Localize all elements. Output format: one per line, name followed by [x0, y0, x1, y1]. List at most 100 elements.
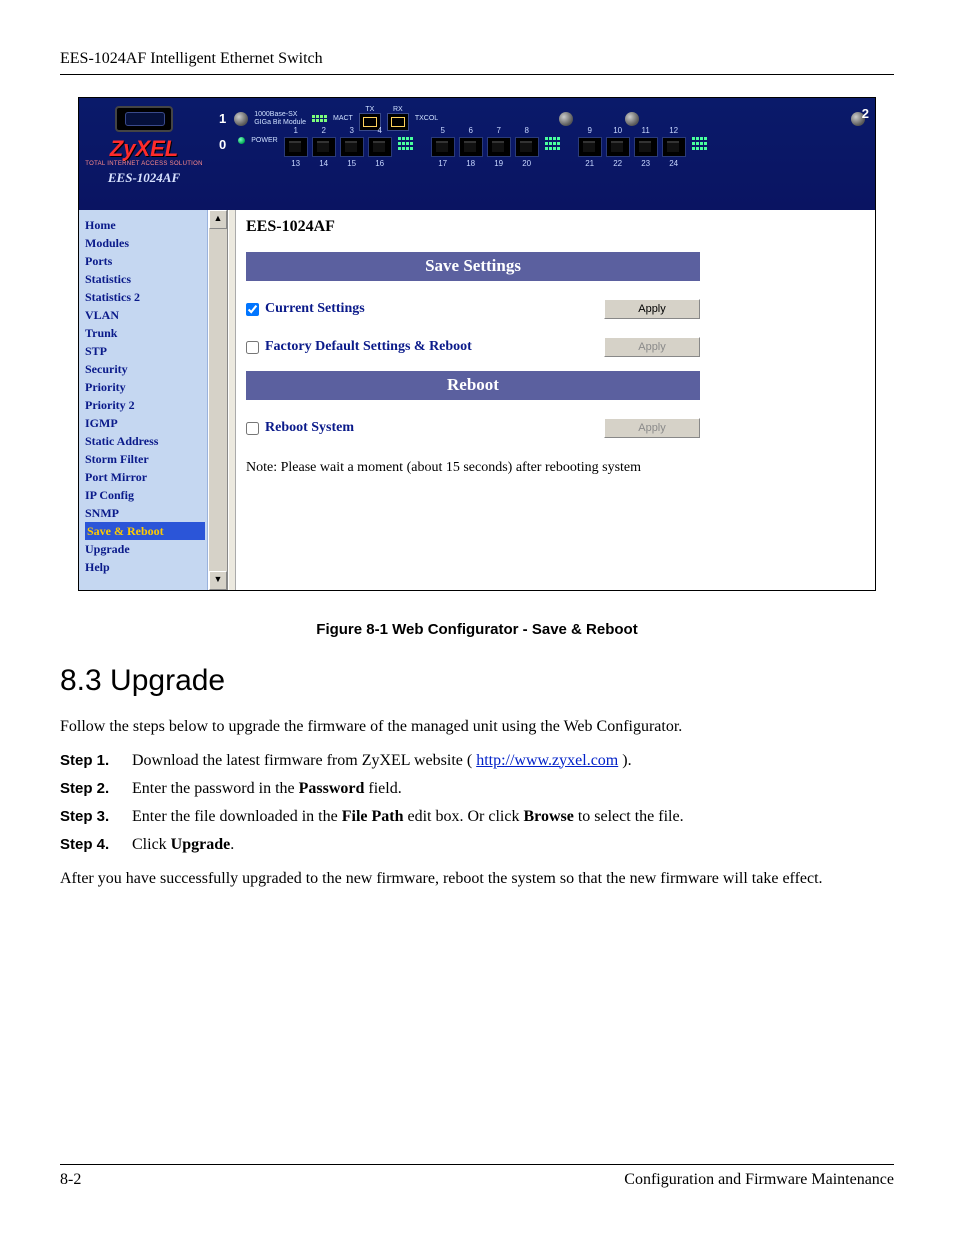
port-number: 9 — [579, 126, 601, 135]
step-3-label: Step 3. — [60, 808, 132, 826]
screw-icon — [559, 112, 573, 126]
step-3-text: Enter the file downloaded in the File Pa… — [132, 808, 894, 826]
mact-label: MACT — [333, 115, 353, 122]
port-led-block — [545, 137, 560, 157]
port-number: 14 — [313, 159, 335, 168]
power-label: POWER — [251, 137, 277, 144]
step-2-text: Enter the password in the Password field… — [132, 780, 894, 798]
document-page: EES-1024AF Intelligent Ethernet Switch Z… — [0, 0, 954, 1235]
nav-priority[interactable]: Priority — [85, 378, 205, 396]
nav-scrollbar[interactable]: ▲ ▼ — [208, 210, 228, 590]
nav-home[interactable]: Home — [85, 216, 205, 234]
nav-help[interactable]: Help — [85, 558, 205, 576]
factory-default-row: Factory Default Settings & Reboot Apply — [246, 337, 700, 357]
step-3-text-b: edit box. Or click — [403, 808, 523, 825]
nav-upgrade[interactable]: Upgrade — [85, 540, 205, 558]
step-4-text: Click Upgrade. — [132, 836, 894, 854]
port-number: 2 — [313, 126, 335, 135]
nav-save-reboot[interactable]: Save & Reboot — [85, 522, 205, 540]
banner-left: ZyXEL TOTAL INTERNET ACCESS SOLUTION EES… — [79, 98, 209, 210]
step-1-text: Download the latest firmware from ZyXEL … — [132, 752, 894, 770]
nav-vlan[interactable]: VLAN — [85, 306, 205, 324]
nav-security[interactable]: Security — [85, 360, 205, 378]
port-icon: 1224 — [662, 137, 686, 157]
port-number: 12 — [663, 126, 685, 135]
nav-static-address[interactable]: Static Address — [85, 432, 205, 450]
port-icon: 921 — [578, 137, 602, 157]
step-1-text-b: ). — [618, 752, 631, 769]
nav-storm-filter[interactable]: Storm Filter — [85, 450, 205, 468]
nav-priority-2[interactable]: Priority 2 — [85, 396, 205, 414]
intro-paragraph: Follow the steps below to upgrade the fi… — [60, 716, 894, 738]
port-icon: 214 — [312, 137, 336, 157]
step-2-label: Step 2. — [60, 780, 132, 798]
nav-modules[interactable]: Modules — [85, 234, 205, 252]
port-number: 21 — [579, 159, 601, 168]
nav-statistics[interactable]: Statistics — [85, 270, 205, 288]
port-number: 19 — [488, 159, 510, 168]
nav-snmp[interactable]: SNMP — [85, 504, 205, 522]
port-number: 15 — [341, 159, 363, 168]
nav-ports[interactable]: Ports — [85, 252, 205, 270]
switch-port-row: 0 POWER 113 214 315 416 — [219, 137, 865, 157]
port-number: 6 — [460, 126, 482, 135]
module-label: 1000Base-SX GIGa Bit Module — [254, 111, 306, 126]
current-settings-checkbox[interactable] — [246, 303, 259, 316]
device-banner: ZyXEL TOTAL INTERNET ACCESS SOLUTION EES… — [79, 98, 875, 210]
nav-trunk[interactable]: Trunk — [85, 324, 205, 342]
step-4-text-a: Click — [132, 836, 171, 853]
outro-paragraph: After you have successfully upgraded to … — [60, 868, 894, 890]
figure-caption: Figure 8-1 Web Configurator - Save & Reb… — [60, 621, 894, 638]
sidebar-nav: Home Modules Ports Statistics Statistics… — [79, 210, 208, 590]
apply-reboot-button: Apply — [604, 418, 700, 438]
step-2: Step 2. Enter the password in the Passwo… — [60, 780, 894, 798]
footer-rule — [60, 1164, 894, 1165]
brand-tagline: TOTAL INTERNET ACCESS SOLUTION — [79, 161, 209, 167]
port-icon: 1123 — [634, 137, 658, 157]
port-number: 8 — [516, 126, 538, 135]
port-number: 20 — [516, 159, 538, 168]
web-configurator-screenshot: ZyXEL TOTAL INTERNET ACCESS SOLUTION EES… — [78, 97, 876, 591]
factory-default-label: Factory Default Settings & Reboot — [265, 339, 604, 355]
reboot-note: Note: Please wait a moment (about 15 sec… — [246, 460, 861, 476]
port-number: 22 — [607, 159, 629, 168]
slot-number-0: 0 — [219, 137, 226, 152]
port-number: 23 — [635, 159, 657, 168]
brand-logo: ZyXEL — [79, 138, 209, 160]
step-1-text-a: Download the latest firmware from ZyXEL … — [132, 752, 476, 769]
port-number: 18 — [460, 159, 482, 168]
step-2-text-b: field. — [364, 780, 401, 797]
step-1: Step 1. Download the latest firmware fro… — [60, 752, 894, 770]
scroll-down-button[interactable]: ▼ — [209, 571, 227, 590]
apply-current-button[interactable]: Apply — [604, 299, 700, 319]
port-groups: 113 214 315 416 517 618 — [284, 137, 707, 157]
step-3-text-c: to select the file. — [574, 808, 684, 825]
step-1-label: Step 1. — [60, 752, 132, 770]
port-number: 13 — [285, 159, 307, 168]
factory-default-checkbox[interactable] — [246, 341, 259, 354]
screw-icon — [625, 112, 639, 126]
nav-ip-config[interactable]: IP Config — [85, 486, 205, 504]
page-footer: 8-2 Configuration and Firmware Maintenan… — [60, 1164, 894, 1189]
running-header: EES-1024AF Intelligent Ethernet Switch — [60, 50, 894, 68]
content-area: EES-1024AF Save Settings Current Setting… — [236, 210, 875, 590]
nav-statistics-2[interactable]: Statistics 2 — [85, 288, 205, 306]
step-2-text-a: Enter the password in the — [132, 780, 299, 797]
port-icon: 517 — [431, 137, 455, 157]
header-rule — [60, 74, 894, 75]
port-number: 17 — [432, 159, 454, 168]
nav-igmp[interactable]: IGMP — [85, 414, 205, 432]
port-number: 1 — [285, 126, 307, 135]
nav-stp[interactable]: STP — [85, 342, 205, 360]
module-label-1: 1000Base-SX — [254, 111, 306, 118]
tx-label: TX — [365, 106, 374, 113]
scroll-up-button[interactable]: ▲ — [209, 210, 227, 229]
port-icon: 1022 — [606, 137, 630, 157]
brand-model: EES-1024AF — [79, 170, 209, 186]
reboot-checkbox[interactable] — [246, 422, 259, 435]
step-3-filepath: File Path — [342, 808, 404, 825]
port-icon: 820 — [515, 137, 539, 157]
current-settings-label: Current Settings — [265, 301, 604, 317]
nav-port-mirror[interactable]: Port Mirror — [85, 468, 205, 486]
zyxel-link[interactable]: http://www.zyxel.com — [476, 752, 618, 769]
